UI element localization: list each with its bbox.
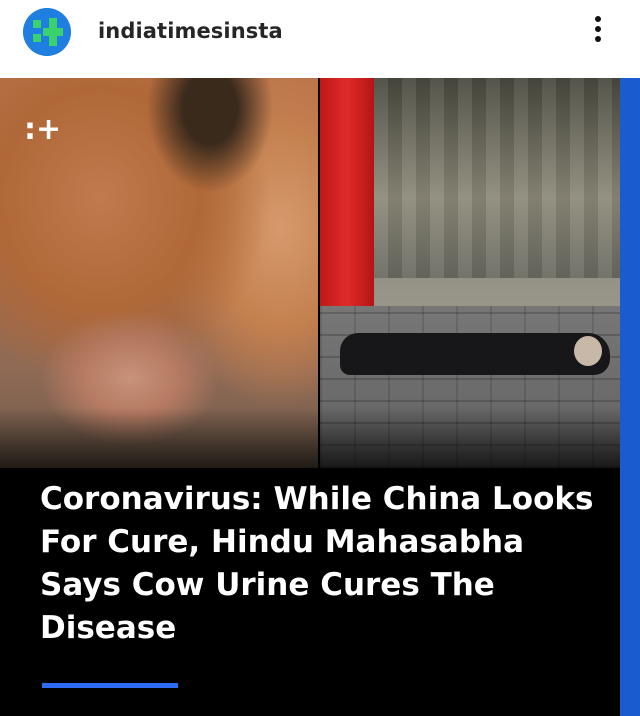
red-pillar <box>320 78 374 306</box>
indiatimes-logo-icon <box>23 8 71 56</box>
lying-person <box>340 333 610 375</box>
username[interactable]: indiatimesinsta <box>98 19 283 43</box>
accent-underline <box>42 683 178 688</box>
glass-door <box>374 78 620 278</box>
post-header: indiatimesinsta <box>0 0 640 78</box>
profile-avatar[interactable] <box>23 8 71 56</box>
more-vertical-icon[interactable] <box>586 14 610 50</box>
overlay-logo-icon: :+ <box>24 112 62 147</box>
headline: Coronavirus: While China Looks For Cure,… <box>40 481 594 646</box>
blue-side-bar <box>620 78 640 716</box>
person-head <box>574 336 602 366</box>
post-image[interactable]: :+ Coronavirus: While China Looks For Cu… <box>0 78 640 716</box>
